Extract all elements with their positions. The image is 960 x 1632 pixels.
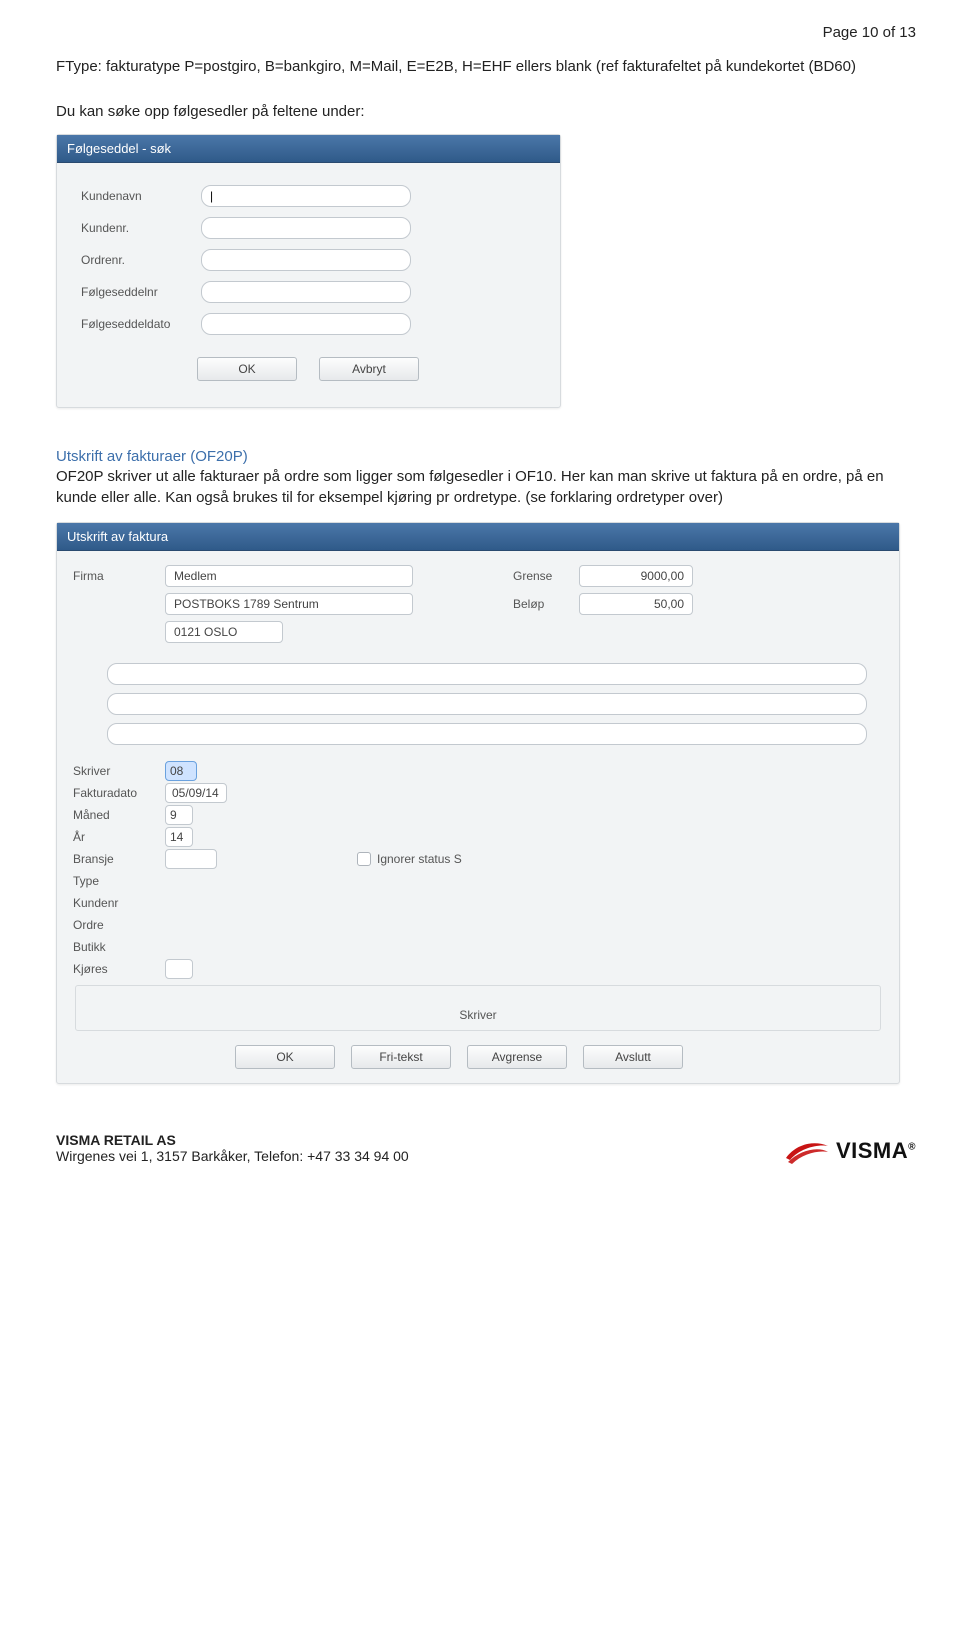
footer: VISMA RETAIL AS Wirgenes vei 1, 3157 Bar… (56, 1132, 916, 1164)
input-maned[interactable] (165, 805, 193, 825)
visma-logo: VISMA® (784, 1138, 916, 1164)
input-kundenavn[interactable] (201, 185, 411, 207)
input-folgeseddelnr[interactable] (201, 281, 411, 303)
checkbox-ignorer[interactable] (357, 852, 371, 866)
label-kundenr2: Kundenr (73, 896, 165, 910)
input-folgeseddeldato[interactable] (201, 313, 411, 335)
label-bransje: Bransje (73, 852, 165, 866)
ok-button[interactable]: OK (197, 357, 297, 381)
label-maned: Måned (73, 808, 165, 822)
input-kundenr[interactable] (201, 217, 411, 239)
input-bransje[interactable] (165, 849, 217, 869)
inner-skriver-box: Skriver (75, 985, 881, 1031)
panel-folgeseddel-sok: Følgeseddel - søk Kundenavn Kundenr. Ord… (56, 134, 561, 408)
label-folgeseddeldato: Følgeseddeldato (81, 317, 201, 331)
section-text-utskrift: OF20P skriver ut alle fakturaer på ordre… (56, 467, 916, 508)
input-firma-3[interactable] (165, 621, 283, 643)
label-skriver: Skriver (73, 764, 165, 778)
input-firma-2[interactable] (165, 593, 413, 615)
label-ignorer: Ignorer status S (377, 852, 462, 866)
footer-company: VISMA RETAIL AS (56, 1132, 409, 1148)
input-skriver[interactable] (165, 761, 197, 781)
label-type: Type (73, 874, 165, 888)
label-ordrenr: Ordrenr. (81, 253, 201, 267)
avgrense-button[interactable]: Avgrense (467, 1045, 567, 1069)
input-ar[interactable] (165, 827, 193, 847)
label-ordre: Ordre (73, 918, 165, 932)
section-title-utskrift: Utskrift av fakturaer (OF20P) (56, 448, 916, 465)
panel2-title: Utskrift av faktura (57, 523, 899, 551)
fritekst-button[interactable]: Fri-tekst (351, 1045, 451, 1069)
label-ar: År (73, 830, 165, 844)
visma-logo-text: VISMA® (836, 1138, 916, 1164)
panel-utskrift-faktura: Utskrift av faktura Firma Grense (56, 522, 900, 1084)
visma-swoosh-icon (784, 1138, 830, 1164)
input-belop[interactable] (579, 593, 693, 615)
label-grense: Grense (513, 569, 579, 583)
avslutt-button[interactable]: Avslutt (583, 1045, 683, 1069)
label-firma: Firma (73, 569, 165, 583)
label-butikk: Butikk (73, 940, 165, 954)
avbryt-button[interactable]: Avbryt (319, 357, 419, 381)
input-full-1[interactable] (107, 663, 867, 685)
label-kundenr: Kundenr. (81, 221, 201, 235)
input-grense[interactable] (579, 565, 693, 587)
input-full-2[interactable] (107, 693, 867, 715)
page-number: Page 10 of 13 (56, 24, 916, 41)
label-fakturadato: Fakturadato (73, 786, 165, 800)
sub-intro-text: Du kan søke opp følgesedler på feltene u… (56, 103, 916, 120)
ok-button-2[interactable]: OK (235, 1045, 335, 1069)
footer-address: Wirgenes vei 1, 3157 Barkåker, Telefon: … (56, 1148, 409, 1164)
panel-title: Følgeseddel - søk (57, 135, 560, 163)
input-full-3[interactable] (107, 723, 867, 745)
label-kundenavn: Kundenavn (81, 189, 201, 203)
input-kjores[interactable] (165, 959, 193, 979)
intro-text: FType: fakturatype P=postgiro, B=bankgir… (56, 57, 916, 77)
label-kjores: Kjøres (73, 962, 165, 976)
label-folgeseddelnr: Følgeseddelnr (81, 285, 201, 299)
inner-skriver-label: Skriver (459, 1008, 496, 1022)
input-ordrenr[interactable] (201, 249, 411, 271)
label-belop: Beløp (513, 597, 579, 611)
input-firma-1[interactable] (165, 565, 413, 587)
input-fakturadato[interactable] (165, 783, 227, 803)
